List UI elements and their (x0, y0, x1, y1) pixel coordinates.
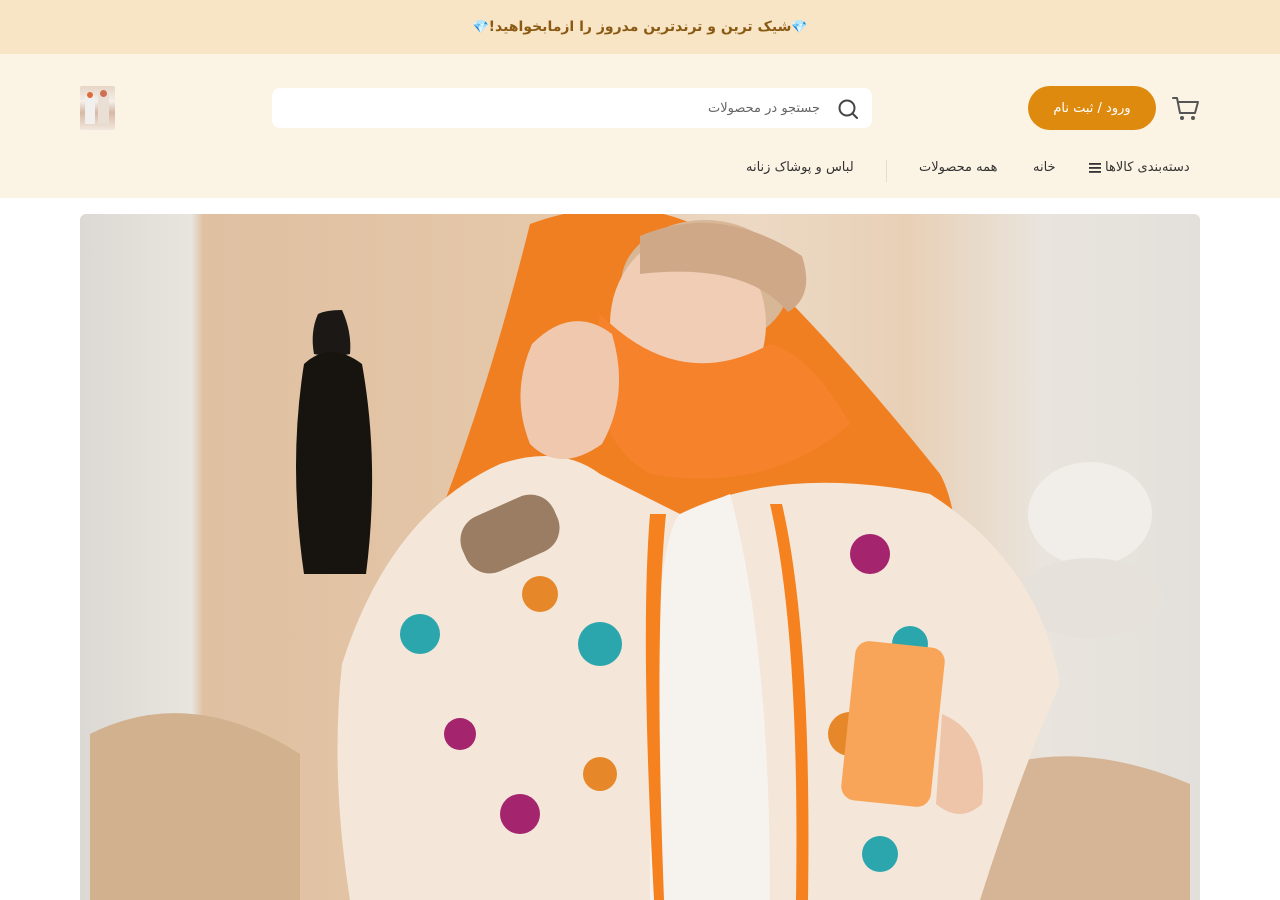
nav-categories-label: دسته‌بندی کالاها (1105, 160, 1190, 175)
gem-icon: 💎 (791, 19, 808, 35)
search-input[interactable] (272, 88, 832, 128)
nav-home-link[interactable]: خانه (1033, 160, 1056, 175)
search-icon[interactable] (836, 97, 860, 121)
announcement-bar: 💎 شیک ترین و ترندترین مدروز را ازمابخواه… (0, 0, 1280, 54)
gem-icon: 💎 (472, 19, 489, 35)
nav-categories-menu[interactable]: دسته‌بندی کالاها (1089, 160, 1190, 175)
hero-banner[interactable] (80, 214, 1200, 900)
hamburger-menu-icon (1089, 162, 1101, 173)
announcement-text: شیک ترین و ترندترین مدروز را ازمابخواهید… (488, 19, 792, 35)
nav-women-clothing-link[interactable]: لباس و پوشاک زنانه (746, 160, 854, 175)
search-box (272, 88, 872, 128)
hero-model-image (90, 214, 1190, 900)
nav-all-products-link[interactable]: همه محصولات (919, 160, 997, 175)
login-register-button[interactable]: ورود / ثبت نام (1028, 86, 1156, 130)
site-logo[interactable] (80, 86, 115, 130)
cart-icon[interactable] (1170, 92, 1202, 124)
nav-divider (886, 160, 887, 182)
